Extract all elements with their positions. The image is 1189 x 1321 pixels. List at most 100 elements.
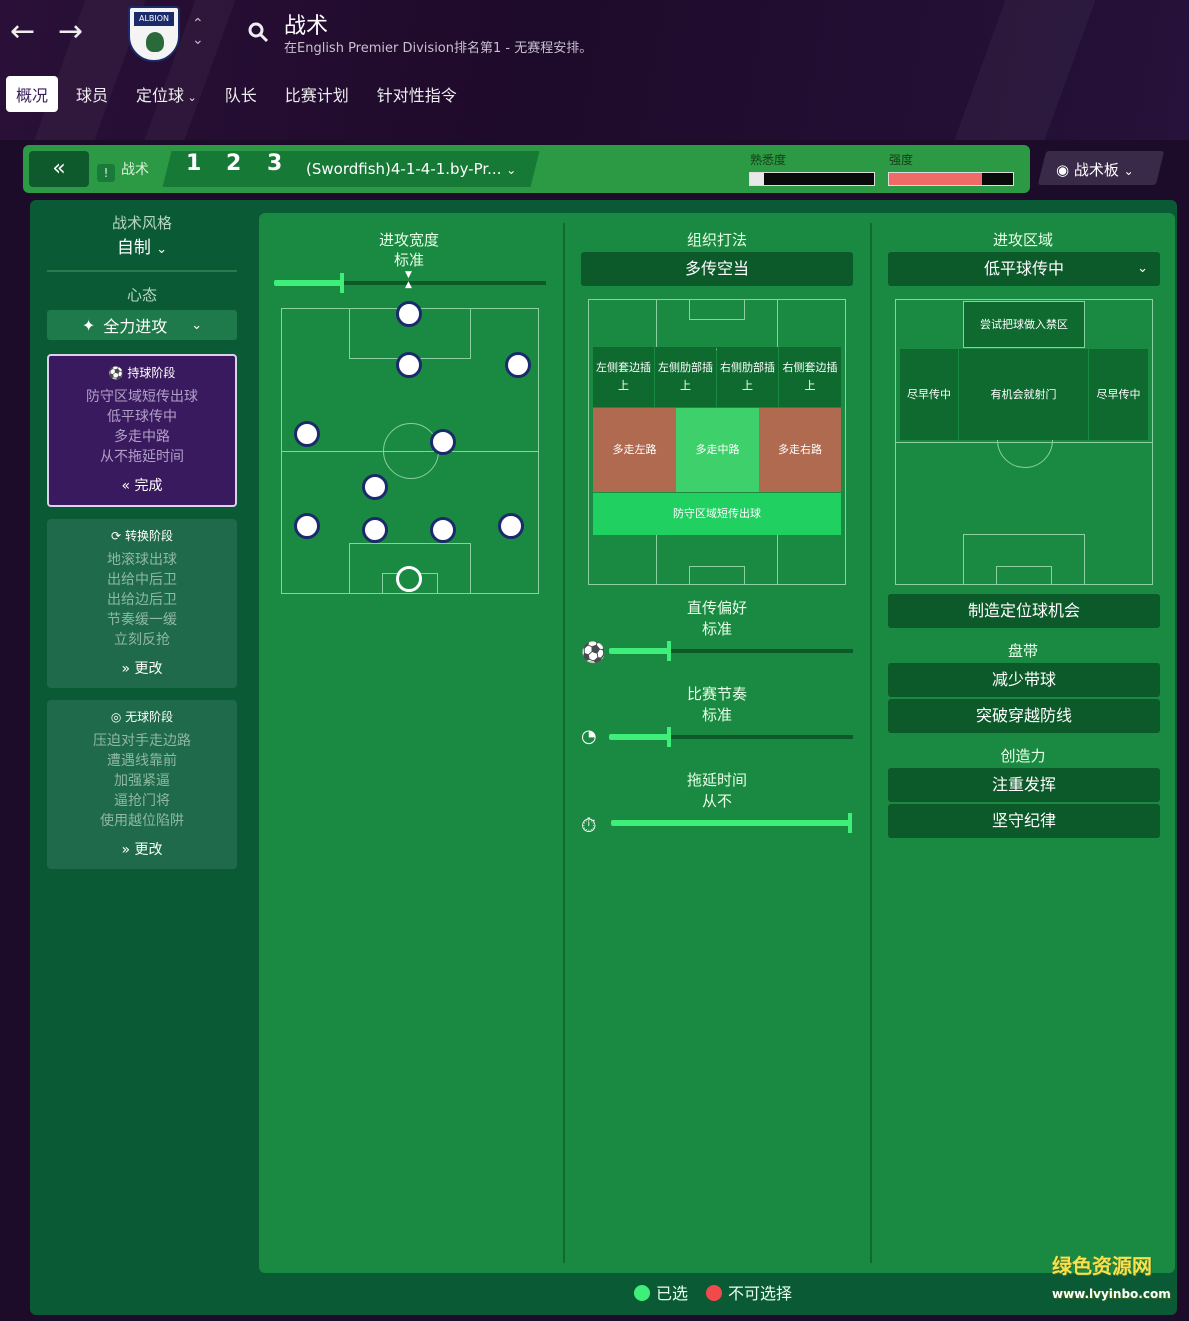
stopwatch-icon: ⏱: [581, 813, 597, 837]
zone-work-into-box[interactable]: 尝试把球做入禁区: [963, 301, 1085, 348]
timewaste-slider-fill[interactable]: [611, 820, 851, 826]
club-switch-icon[interactable]: ⌃ ⌄: [192, 16, 204, 48]
phase-item: 地滚球出球: [107, 552, 177, 568]
player-marker[interactable]: [505, 352, 531, 378]
intensity-meter[interactable]: [888, 172, 1014, 186]
zone-focus-right[interactable]: 多走右路: [759, 408, 841, 492]
player-marker[interactable]: [396, 301, 422, 327]
timewaste-label: 拖延时间: [686, 771, 747, 789]
player-marker[interactable]: [294, 513, 320, 539]
double-chevron-left-icon: «: [52, 156, 66, 181]
phase-title: 持球阶段: [127, 366, 176, 380]
zone-right-underlap[interactable]: 右侧肋部插上: [717, 347, 778, 407]
transition-card[interactable]: ⟳ 转换阶段 地滚球出球 出给中后卫 出给边后卫 节奏缓一缓 立刻反抢 » 更改: [47, 519, 237, 688]
zone-left-underlap[interactable]: 左侧肋部插上: [655, 347, 716, 407]
out-of-possession-card[interactable]: ◎ 无球阶段 压迫对手走边路 遭遇线靠前 加强紧逼 逼抢门将 使用越位陷阱 » …: [47, 700, 237, 869]
tactic-slot-2[interactable]: 2: [226, 151, 241, 176]
tactic-board-button[interactable]: ◉ 战术板 ⌄: [1056, 159, 1134, 180]
transition-icon: ⟳: [111, 529, 122, 543]
build-up-label: 组织打法: [686, 231, 747, 249]
goalkeeper-marker[interactable]: [396, 566, 422, 592]
phase-item: 防守区域短传出球: [86, 389, 198, 405]
formation-pitch: [281, 308, 539, 594]
tab-opposition-instructions[interactable]: 针对性指令: [367, 76, 467, 112]
zone-early-cross-right[interactable]: 尽早传中: [1089, 349, 1148, 440]
club-crest-icon[interactable]: ALBION: [128, 6, 180, 62]
chevron-down-icon: ⌄: [506, 163, 517, 177]
creative-option-free[interactable]: 注重发挥: [888, 768, 1160, 802]
watermark-text: 绿色资源网: [1052, 1254, 1152, 1278]
zone-focus-center[interactable]: 多走中路: [676, 408, 759, 492]
done-button[interactable]: « 完成: [49, 475, 235, 495]
zone-right-overlap[interactable]: 右侧套边插上: [779, 347, 841, 407]
style-dropdown[interactable]: 自制 ⌄: [47, 233, 237, 258]
tactic-label: ! 战术: [97, 159, 149, 182]
dribble-option-less[interactable]: 减少带球: [888, 663, 1160, 697]
player-marker[interactable]: [498, 513, 524, 539]
mentality-label: 心态: [126, 286, 157, 304]
tactic-slot-1[interactable]: 1: [186, 151, 201, 176]
player-marker[interactable]: [362, 474, 388, 500]
in-possession-card[interactable]: ⚽ 持球阶段 防守区域短传出球 低平球传中 多走中路 从不拖延时间 « 完成: [47, 354, 237, 507]
tactic-board-label: 战术板: [1073, 161, 1119, 179]
familiarity-meter[interactable]: [749, 172, 875, 186]
set-piece-option[interactable]: 制造定位球机会: [888, 594, 1160, 628]
legend-selected-label: 已选: [656, 1284, 689, 1303]
zone-focus-left[interactable]: 多走左路: [593, 408, 676, 492]
passing-value: 标准: [701, 620, 732, 638]
phase-item: 加强紧逼: [114, 773, 170, 789]
dribble-option-run[interactable]: 突破穿越防线: [888, 699, 1160, 733]
player-marker[interactable]: [362, 517, 388, 543]
tab-overview[interactable]: 概况: [6, 76, 59, 112]
collapse-button[interactable]: «: [29, 151, 89, 187]
zone-play-out-defence[interactable]: 防守区域短传出球: [593, 493, 841, 535]
zone-left-overlap[interactable]: 左侧套边插上: [593, 347, 654, 407]
phase-title: 转换阶段: [124, 529, 173, 543]
tab-players[interactable]: 球员: [66, 76, 118, 112]
double-chevron-right-icon: »: [121, 842, 131, 858]
back-arrow-icon[interactable]: ←: [10, 14, 35, 50]
speedometer-icon: ◔: [581, 726, 597, 747]
timewaste-value: 从不: [701, 792, 732, 810]
player-marker[interactable]: [396, 352, 422, 378]
creative-option-disciplined[interactable]: 坚守纪律: [888, 804, 1160, 838]
left-panel: 战术风格 自制 ⌄ 心态 ✦ 全力进攻 ⌄ ⚽ 持球阶段 防守区域短传出球 低平球传…: [47, 212, 237, 881]
style-value: 自制: [116, 238, 151, 258]
player-marker[interactable]: [430, 429, 456, 455]
page-title: 战术: [284, 14, 329, 39]
ball-icon: ⚽: [108, 366, 124, 380]
page-subtitle: 在English Premier Division排名第1 - 无赛程安排。: [284, 41, 593, 56]
soccer-ball-icon: ⚽: [581, 640, 606, 664]
zone-shoot-on-sight[interactable]: 有机会就射门: [959, 349, 1088, 440]
change-button[interactable]: » 更改: [47, 839, 237, 859]
build-up-dropdown[interactable]: 多传空当: [581, 252, 853, 286]
tab-match-plan[interactable]: 比赛计划: [275, 76, 359, 112]
tab-captains[interactable]: 队长: [215, 76, 267, 112]
tactic-bar: « ! 战术 1 2 3 (Swordfish)4-1-4-1.by-Pr... …: [23, 145, 1030, 193]
search-icon[interactable]: [246, 20, 270, 44]
player-marker[interactable]: [294, 421, 320, 447]
crossing-dropdown[interactable]: 低平球传中 ⌄: [888, 252, 1160, 286]
legend-unavailable-label: 不可选择: [728, 1284, 793, 1303]
zone-early-cross-left[interactable]: 尽早传中: [900, 349, 958, 440]
width-slider-fill: [274, 280, 342, 286]
mentality-dropdown[interactable]: ✦ 全力进攻 ⌄: [47, 310, 237, 340]
phase-item: 使用越位陷阱: [100, 813, 184, 829]
tactic-slot-3[interactable]: 3: [267, 151, 282, 176]
timewaste-slider-handle[interactable]: [848, 813, 852, 833]
dribble-label: 盘带: [1007, 642, 1038, 660]
width-slider-handle[interactable]: [340, 273, 344, 293]
passing-slider-handle[interactable]: [667, 641, 671, 661]
width-value: 标准: [393, 251, 424, 269]
tab-set-pieces[interactable]: 定位球 ⌄: [126, 76, 207, 112]
change-button[interactable]: » 更改: [47, 658, 237, 678]
forward-arrow-icon[interactable]: →: [58, 14, 83, 50]
legend-unavailable: 不可选择: [706, 1280, 792, 1304]
tab-set-pieces-label: 定位球: [136, 86, 185, 105]
mentality-value: 全力进攻: [103, 317, 168, 336]
player-marker[interactable]: [430, 517, 456, 543]
tactic-name-dropdown[interactable]: (Swordfish)4-1-4-1.by-Pr... ⌄: [306, 160, 516, 178]
tactic-name: (Swordfish)4-1-4-1.by-Pr...: [306, 160, 502, 178]
width-marker-icon: ▼ ▲: [405, 270, 412, 290]
tempo-slider-handle[interactable]: [667, 727, 671, 747]
